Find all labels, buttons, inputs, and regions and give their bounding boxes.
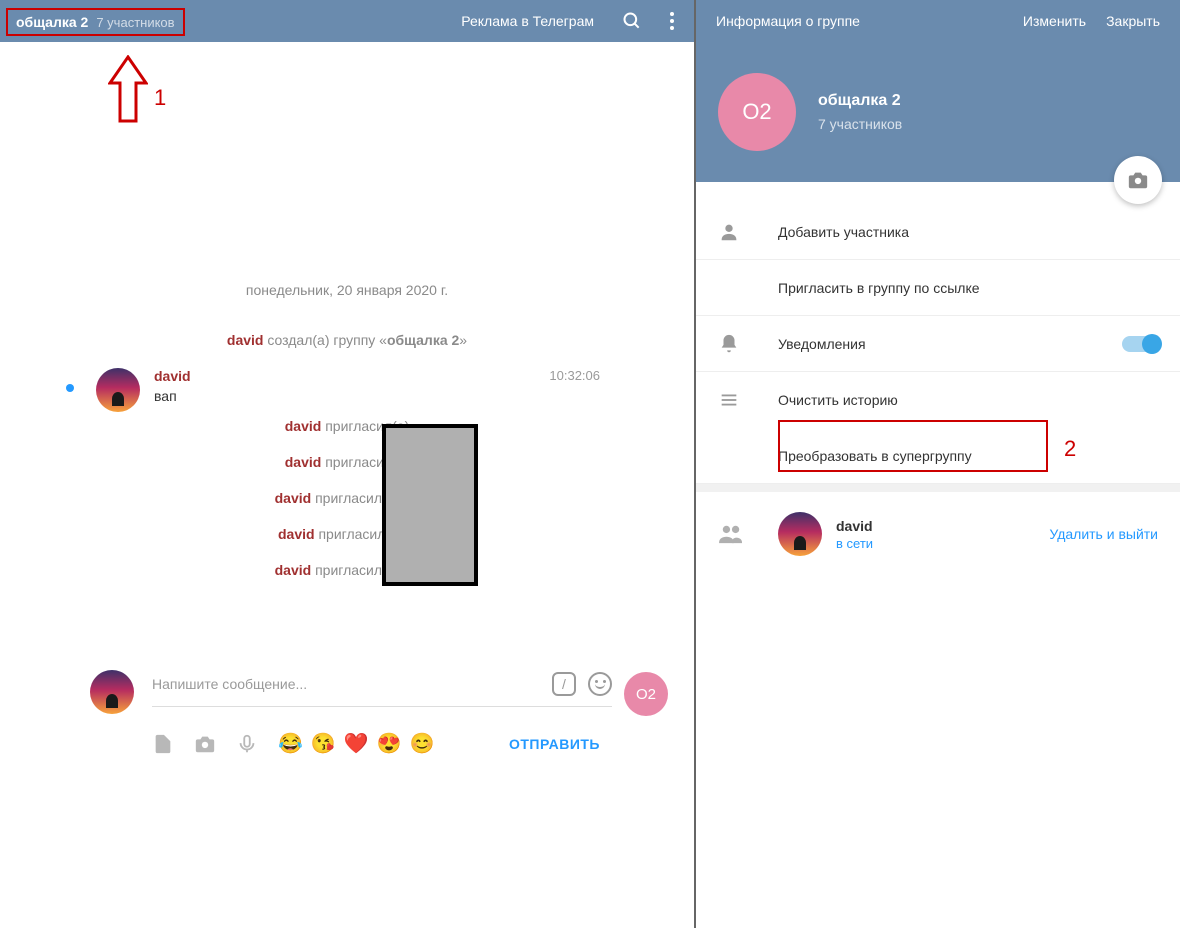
message-row: david вап 10:32:06 (0, 368, 694, 404)
composer-avatar[interactable] (90, 670, 134, 714)
slash-command-icon[interactable]: / (552, 672, 576, 696)
leave-group-button[interactable]: Удалить и выйти (1049, 526, 1158, 542)
system-message-invite: david пригласил(а) (0, 454, 694, 470)
camera-icon[interactable] (194, 733, 216, 755)
recipient-avatar[interactable]: О2 (624, 672, 668, 716)
group-avatar[interactable]: О2 (718, 73, 796, 151)
emoji-quick-row[interactable]: 😂 😘 ❤️ 😍 😊 (278, 731, 435, 756)
annotation-label-1: 1 (154, 85, 166, 111)
member-row[interactable]: david в сети Удалить и выйти (696, 502, 1180, 566)
redacted-overlay (382, 424, 478, 586)
system-message-invite: david пригласил(а) Vk (0, 562, 694, 578)
message-avatar[interactable] (96, 368, 140, 412)
list-icon (718, 389, 778, 411)
chat-title-area[interactable]: общалка 2 7 участников (6, 8, 185, 36)
system-message-invite: david пригласил(а) Vk (0, 490, 694, 506)
member-status: в сети (836, 536, 1049, 551)
microphone-icon[interactable] (236, 733, 258, 755)
people-icon (718, 523, 778, 545)
annotation-arrow-1: 1 (108, 55, 148, 127)
group-profile: О2 общалка 2 7 участников (696, 42, 1180, 182)
notifications-row[interactable]: Уведомления (696, 316, 1180, 372)
chat-header: общалка 2 7 участников Реклама в Телегра… (0, 0, 694, 42)
section-separator (696, 484, 1180, 492)
group-member-count: 7 участников (818, 116, 902, 132)
unread-dot-icon (66, 384, 74, 392)
person-icon (718, 221, 778, 243)
close-button[interactable]: Закрыть (1106, 13, 1160, 29)
system-message-invite: david пригласил(а) м (0, 526, 694, 542)
group-info-title: Информация о группе (716, 13, 1003, 29)
attach-file-icon[interactable] (152, 733, 174, 755)
group-info-panel: Информация о группе Изменить Закрыть О2 … (694, 0, 1180, 928)
group-info-header: Информация о группе Изменить Закрыть (696, 0, 1180, 42)
message-input[interactable] (152, 676, 542, 692)
invite-link-row[interactable]: Пригласить в группу по ссылке (696, 260, 1180, 316)
annotation-label-2: 2 (1064, 436, 1076, 462)
group-options: Добавить участника Пригласить в группу п… (696, 182, 1180, 484)
add-member-row[interactable]: Добавить участника (696, 204, 1180, 260)
advert-link[interactable]: Реклама в Телеграм (461, 13, 594, 29)
members-section: david в сети Удалить и выйти (696, 492, 1180, 566)
member-name: david (836, 518, 1049, 534)
member-avatar[interactable] (778, 512, 822, 556)
search-icon[interactable] (622, 11, 642, 31)
send-button[interactable]: ОТПРАВИТЬ (509, 736, 600, 752)
message-text: вап (154, 388, 694, 404)
kebab-menu-icon[interactable] (670, 12, 674, 30)
bell-icon (718, 333, 778, 355)
group-name: общалка 2 (818, 92, 902, 110)
system-message-invite: david пригласил(а) (0, 418, 694, 434)
composer: / О2 😂 😘 ❤️ 😍 😊 ОТПРАВИТЬ (92, 662, 612, 756)
notifications-toggle[interactable] (1122, 336, 1160, 352)
chat-subtitle: 7 участников (96, 15, 174, 30)
chat-body: понедельник, 20 января 2020 г. david соз… (0, 42, 694, 578)
chat-panel: общалка 2 7 участников Реклама в Телегра… (0, 0, 694, 928)
clear-history-row[interactable]: Очистить историю (696, 372, 1180, 428)
edit-button[interactable]: Изменить (1023, 13, 1086, 29)
date-separator: понедельник, 20 января 2020 г. (0, 282, 694, 298)
emoji-picker-icon[interactable] (588, 672, 612, 696)
message-time: 10:32:06 (549, 368, 600, 383)
system-message-created: david создал(а) группу «общалка 2» (0, 332, 694, 348)
convert-supergroup-row[interactable]: Преобразовать в супергруппу (696, 428, 1180, 484)
chat-title: общалка 2 (16, 14, 88, 30)
message-sender[interactable]: david (154, 368, 694, 384)
change-photo-button[interactable] (1114, 156, 1162, 204)
